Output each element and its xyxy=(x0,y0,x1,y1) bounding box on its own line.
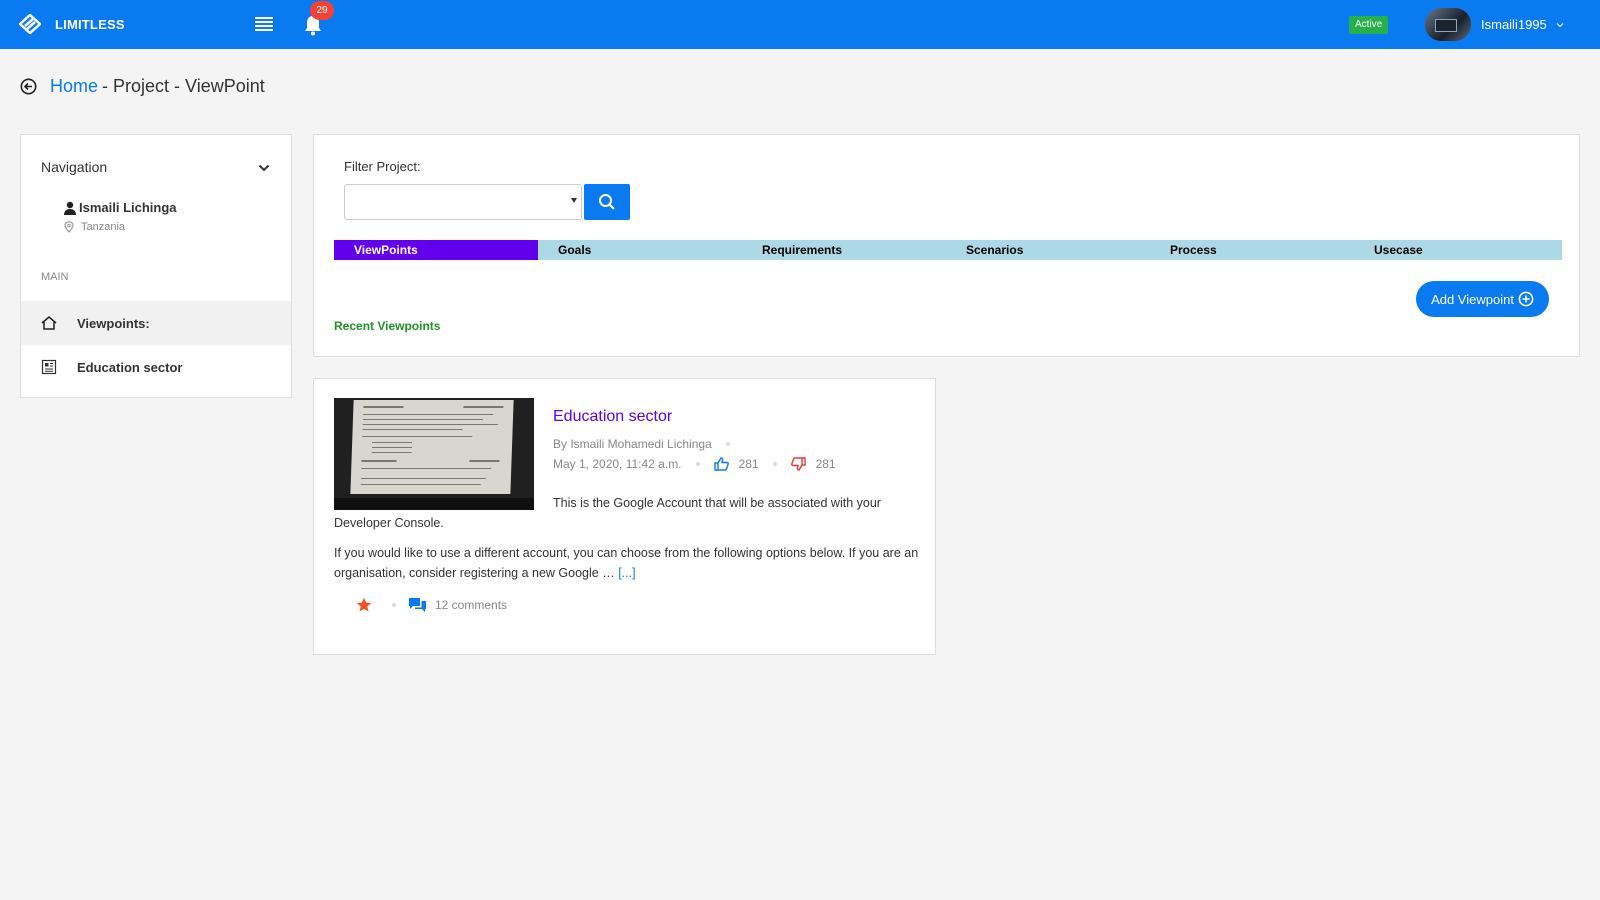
sidebar-title: Navigation xyxy=(41,159,108,175)
notification-badge: 29 xyxy=(310,1,334,20)
sidebar-location: Tanzania xyxy=(63,221,125,233)
back-arrow-icon[interactable] xyxy=(20,78,37,95)
project-select[interactable] xyxy=(344,184,582,220)
breadcrumb: Home - Project - ViewPoint xyxy=(20,76,269,97)
post-title-link[interactable]: Education sector xyxy=(553,408,672,426)
menu-icon[interactable] xyxy=(255,15,273,33)
sidebar-user-name: Ismaili Lichinga xyxy=(79,200,177,215)
viewpoint-card: Education sector By Ismaili Mohamedi Lic… xyxy=(313,378,936,655)
thumbnail-image xyxy=(350,400,514,494)
search-icon xyxy=(599,194,615,210)
dropdown-arrow-icon xyxy=(571,198,577,203)
separator-dot xyxy=(725,442,730,446)
sidebar-section-label: MAIN xyxy=(41,271,69,283)
thumbs-down-icon[interactable] xyxy=(790,457,806,471)
breadcrumb-home-link[interactable]: Home xyxy=(50,76,98,97)
read-more-link[interactable]: [...] xyxy=(618,566,635,580)
search-button[interactable] xyxy=(584,184,630,220)
sidebar-item-label: Education sector xyxy=(77,359,183,375)
post-meta: May 1, 2020, 11:42 a.m. 281 281 xyxy=(553,457,836,471)
star-icon[interactable] xyxy=(356,597,372,613)
tab-goals[interactable]: Goals xyxy=(538,240,742,260)
tab-requirements[interactable]: Requirements xyxy=(742,240,946,260)
post-author: By Ismaili Mohamedi Lichinga xyxy=(553,437,744,451)
thumbs-up-icon[interactable] xyxy=(713,457,729,471)
brand-name: LIMITLESS xyxy=(55,16,125,32)
comments-icon xyxy=(409,598,426,612)
post-date: May 1, 2020, 11:42 a.m. xyxy=(553,457,682,471)
post-paragraph-2: If you would like to use a different acc… xyxy=(334,543,924,583)
tab-bar: ViewPoints Goals Requirements Scenarios … xyxy=(334,240,1562,260)
status-badge: Active xyxy=(1349,16,1389,34)
user-menu[interactable]: Ismaili1995 xyxy=(1425,8,1564,41)
logo-icon xyxy=(19,14,41,34)
add-viewpoint-label: Add Viewpoint xyxy=(1431,291,1514,307)
chevron-down-icon xyxy=(1556,22,1564,27)
user-icon xyxy=(64,201,76,215)
sidebar-item-education-sector[interactable]: Education sector xyxy=(21,345,291,389)
tab-usecase[interactable]: Usecase xyxy=(1354,240,1558,260)
separator-dot xyxy=(695,462,700,466)
post-paragraph-1: This is the Google Account that will be … xyxy=(334,496,881,530)
home-icon xyxy=(41,316,57,330)
filter-panel: Filter Project: ViewPoints Goals Require… xyxy=(313,134,1580,357)
location-pin-icon xyxy=(64,221,74,233)
brand[interactable]: LIMITLESS xyxy=(19,14,125,34)
sidebar-location-text: Tanzania xyxy=(81,221,126,233)
filter-label: Filter Project: xyxy=(344,159,421,174)
top-navbar: LIMITLESS 29 Active Ismaili1995 xyxy=(0,0,1600,49)
likes-count: 281 xyxy=(738,457,759,471)
username: Ismaili1995 xyxy=(1481,17,1547,32)
separator-dot xyxy=(392,603,396,607)
recent-viewpoints-heading: Recent Viewpoints xyxy=(334,319,441,333)
sidebar-item-label: Viewpoints: xyxy=(77,315,150,331)
breadcrumb-trail: - Project - ViewPoint xyxy=(102,76,265,96)
plus-circle-icon xyxy=(1518,291,1534,307)
tab-viewpoints[interactable]: ViewPoints xyxy=(334,240,538,260)
post-actions: 12 comments xyxy=(356,597,507,613)
post-excerpt: This is the Google Account that will be … xyxy=(334,493,924,593)
post-author-text: By Ismaili Mohamedi Lichinga xyxy=(553,437,712,451)
sidebar-user: Ismaili Lichinga xyxy=(63,200,177,215)
comments-link[interactable]: 12 comments xyxy=(408,597,507,613)
tab-process[interactable]: Process xyxy=(1150,240,1354,260)
add-viewpoint-button[interactable]: Add Viewpoint xyxy=(1416,281,1549,317)
chevron-down-icon[interactable] xyxy=(258,163,270,173)
document-icon xyxy=(41,359,57,375)
sidebar-item-viewpoints[interactable]: Viewpoints: xyxy=(21,301,291,345)
comments-count: 12 comments xyxy=(435,598,508,612)
tab-scenarios[interactable]: Scenarios xyxy=(946,240,1150,260)
separator-dot xyxy=(772,462,777,466)
sidebar: Navigation Ismaili Lichinga Tanzania MAI… xyxy=(20,134,292,398)
avatar xyxy=(1425,8,1471,41)
dislikes-count: 281 xyxy=(815,457,836,471)
